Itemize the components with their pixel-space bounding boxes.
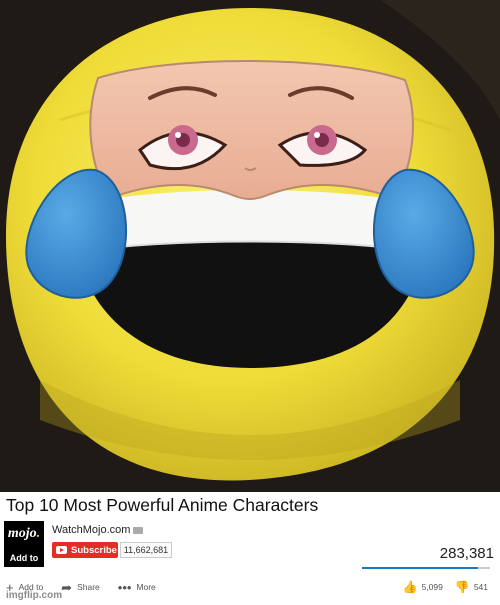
share-arrow-icon: ➦ [61,579,73,595]
channel-name-text[interactable]: WatchMojo.com [52,524,130,536]
thumbs-down-icon: 👎 [454,580,470,594]
imgflip-watermark: imgflip.com [6,590,63,601]
youtube-play-icon [56,546,67,554]
subscriber-count: 11,662,681 [120,542,172,558]
verified-icon [133,526,144,534]
channel-avatar[interactable]: mojo. Add to [4,521,44,567]
channel-logo-text: mojo. [7,526,41,541]
subscribe-button[interactable]: Subscribe [52,542,118,558]
dislike-count: 541 [473,582,488,592]
like-button[interactable]: 👍 5,099 [403,580,443,594]
share-label: Share [77,582,100,592]
rating-group: 👍 5,099 👎 541 [391,580,488,594]
channel-logo-add-label: Add to [9,553,39,563]
channel-name[interactable]: WatchMojo.com [52,524,144,536]
more-button[interactable]: ••• More [118,581,156,594]
subscribe-label: Subscribe [71,544,117,556]
thumbs-up-icon: 👍 [402,580,418,594]
more-dots-icon: ••• [117,579,132,595]
like-count: 5,099 [421,582,443,592]
view-count: 283,381 [439,545,494,562]
video-thumbnail-photo [0,0,500,492]
share-button[interactable]: ➦ Share [61,581,100,594]
like-ratio-fill [362,567,479,569]
emoji-pillow-image [0,0,500,492]
video-title[interactable]: Top 10 Most Powerful Anime Characters [6,494,496,516]
dislike-button[interactable]: 👎 541 [455,580,488,594]
like-ratio-bar [362,567,490,569]
more-label: More [136,582,156,592]
